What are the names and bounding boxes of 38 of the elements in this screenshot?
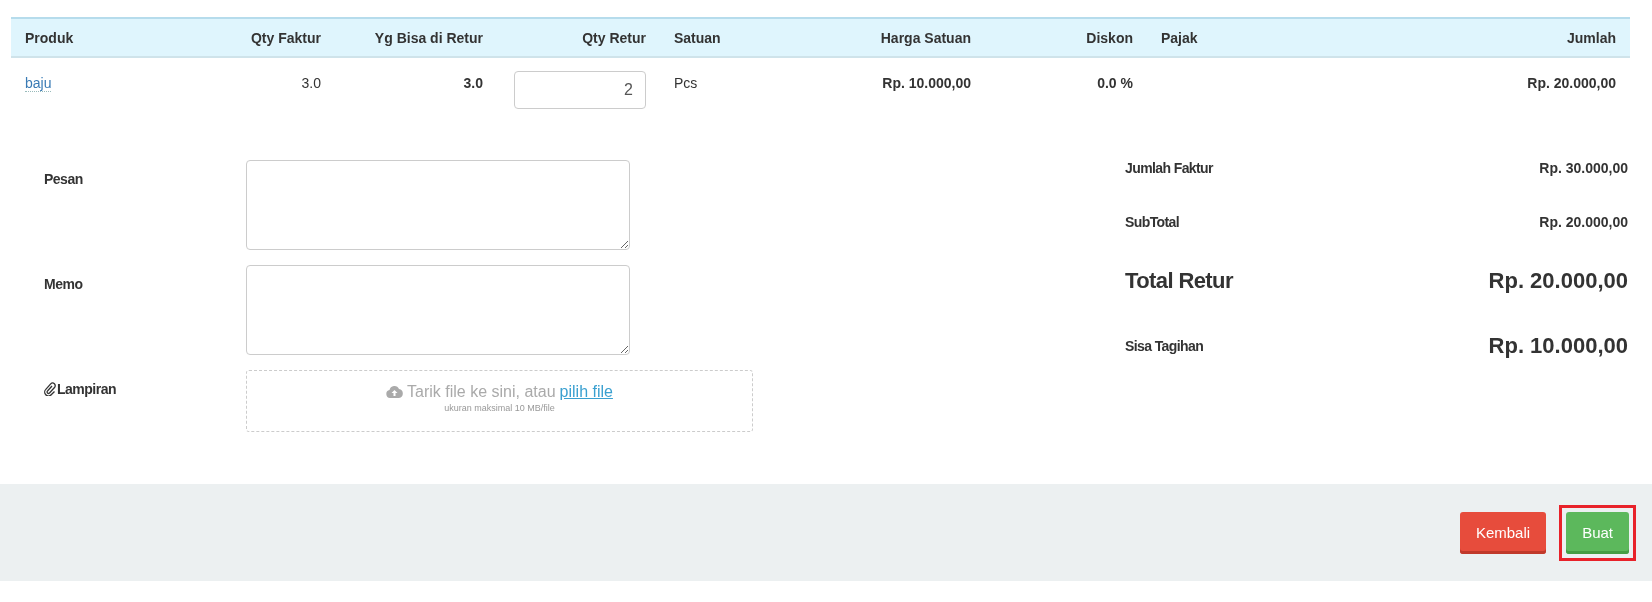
summary-value: Rp. 20.000,00: [1488, 268, 1628, 294]
table-cell-text: Rp. 20.000,00: [1526, 74, 1617, 92]
summary-value: Rp. 20.000,00: [1539, 214, 1628, 230]
summary-value: Rp. 30.000,00: [1539, 160, 1628, 176]
choose-file-link[interactable]: pilih file: [559, 383, 613, 401]
text-area[interactable]: [246, 160, 630, 250]
file-drop-zone[interactable]: Tarik file ke sini, atau pilih file ukuran maksimal 10 MB/file: [246, 370, 753, 432]
table-cell-text: Rp. 10.000,00: [881, 74, 972, 92]
column-header: Harga Satuan: [879, 29, 972, 46]
column-header: Jumlah: [1566, 29, 1617, 46]
table-cell-text: Pcs: [673, 74, 699, 92]
column-header: Yg Bisa di Retur: [373, 29, 484, 46]
cloud-upload-icon: [386, 386, 404, 398]
qty-input[interactable]: 2: [514, 71, 646, 109]
summary-label: SubTotal: [1125, 214, 1180, 230]
paperclip-icon: [44, 382, 56, 396]
field-label: Memo: [44, 276, 83, 292]
table-cell-text: 3.0: [462, 74, 484, 92]
column-header: Pajak: [1160, 29, 1199, 46]
summary-value: Rp. 10.000,00: [1488, 333, 1628, 359]
product-link[interactable]: baju: [25, 75, 52, 92]
create-button[interactable]: Buat: [1566, 511, 1629, 554]
summary-label: Total Retur: [1125, 268, 1233, 294]
text-area[interactable]: [246, 265, 630, 355]
field-label: Lampiran: [57, 381, 116, 397]
column-header: Produk: [24, 29, 75, 46]
column-header: Diskon: [1085, 29, 1134, 46]
summary-label: Jumlah Faktur: [1125, 160, 1213, 176]
table-cell-text: 3.0: [300, 74, 322, 92]
column-header: Qty Retur: [581, 29, 647, 46]
drop-text: Tarik file ke sini, atau: [407, 383, 556, 401]
size-hint: ukuran maksimal 10 MB/file: [444, 403, 555, 413]
summary-label: Sisa Tagihan: [1125, 338, 1204, 354]
column-header: Qty Faktur: [250, 29, 322, 46]
back-button[interactable]: Kembali: [1459, 511, 1547, 554]
column-header: Satuan: [673, 29, 722, 46]
field-label: Pesan: [44, 171, 83, 187]
table-cell-text: 0.0 %: [1096, 74, 1134, 92]
